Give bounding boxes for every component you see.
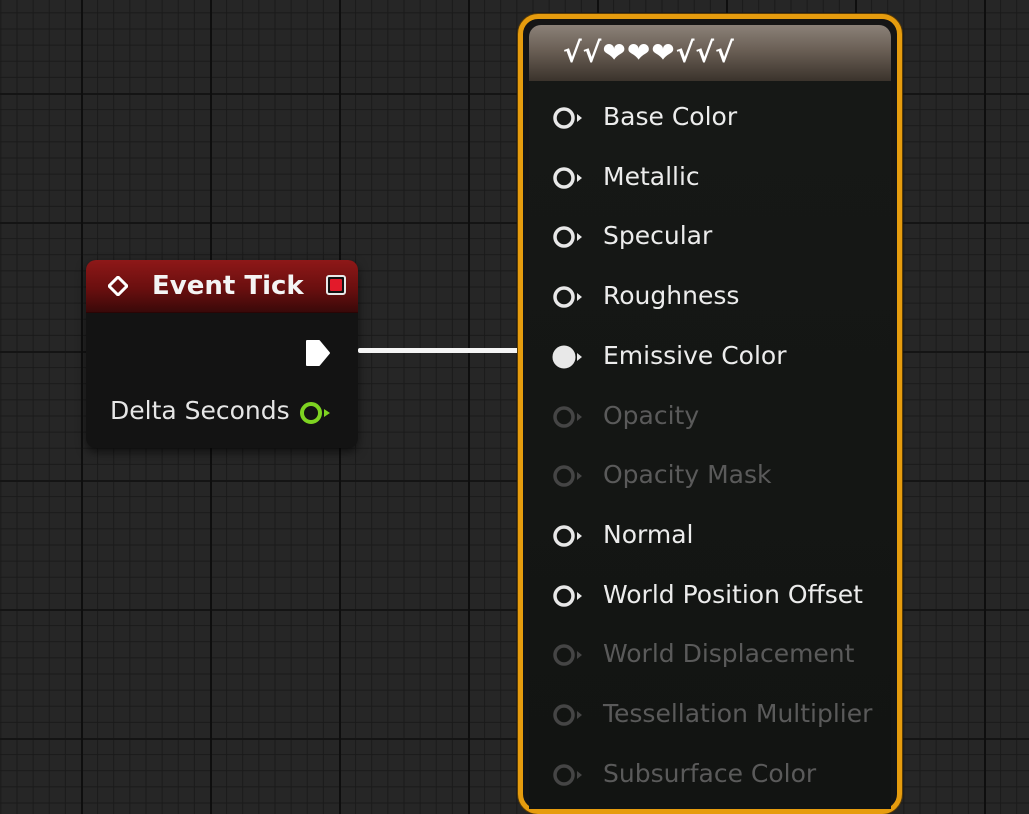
input-pin-icon [553,763,582,786]
delta-seconds-label: Delta Seconds [110,396,290,425]
material-pin-normal[interactable]: Normal [551,515,891,555]
material-node-header[interactable]: √√❤❤❤√√√ [529,25,891,81]
material-pin-label: Normal [603,519,694,549]
material-pin-tessellation-multiplier: Tessellation Multiplier [551,694,891,734]
input-pin-icon[interactable] [551,583,587,609]
material-pin-label: Subsurface Color [603,758,817,788]
material-pin-base-color[interactable]: Base Color [551,97,891,137]
material-pin-specular[interactable]: Specular [551,216,891,256]
input-pin-icon[interactable] [551,284,587,310]
event-tick-header[interactable]: Event Tick [86,260,358,313]
input-pin-icon [553,704,582,726]
material-pin-opacity-mask: Opacity Mask [551,455,891,495]
material-pin-label: Metallic [603,161,700,191]
material-pin-label: World Position Offset [603,579,863,609]
event-tick-title: Event Tick [152,271,304,301]
input-pin-icon[interactable] [551,165,587,191]
material-pin-label: Opacity Mask [603,460,772,490]
material-pin-label: Specular [603,221,713,251]
input-pin-icon [553,644,582,667]
input-pin-icon[interactable] [551,105,587,131]
delta-seconds-pin-icon[interactable] [298,400,334,426]
material-pin-emissive-color[interactable]: Emissive Color [551,336,891,376]
input-pin-icon [553,405,582,428]
material-pin-label: World Displacement [603,639,855,669]
connected-pin-icon[interactable] [551,344,587,370]
material-pin-label: Opacity [603,400,700,430]
exec-output-pin-icon[interactable] [304,338,332,368]
event-tick-node[interactable]: Event Tick Delta Seconds [86,260,358,448]
material-result-node[interactable]: √√❤❤❤√√√ Base Color Metallic Specular Rough… [518,14,902,814]
material-node-title: √√❤❤❤√√√ [563,36,735,69]
material-pin-label: Roughness [603,281,740,311]
input-pin-icon[interactable] [551,523,587,549]
material-pin-label: Emissive Color [603,340,787,370]
input-pin-icon[interactable] [551,224,587,250]
material-pin-world-position-offset[interactable]: World Position Offset [551,575,891,615]
material-pin-world-displacement: World Displacement [551,634,891,674]
material-pin-label: Base Color [603,102,738,131]
material-pin-opacity: Opacity [551,396,891,436]
stop-icon [326,275,346,295]
event-diamond-icon [108,276,128,296]
material-pin-roughness[interactable]: Roughness [551,276,891,316]
material-pin-label: Tessellation Multiplier [603,699,873,728]
material-pin-subsurface-color: Subsurface Color [551,754,891,794]
material-pin-metallic[interactable]: Metallic [551,157,891,197]
input-pin-icon [553,465,582,487]
exec-connection-wire[interactable] [358,348,523,353]
